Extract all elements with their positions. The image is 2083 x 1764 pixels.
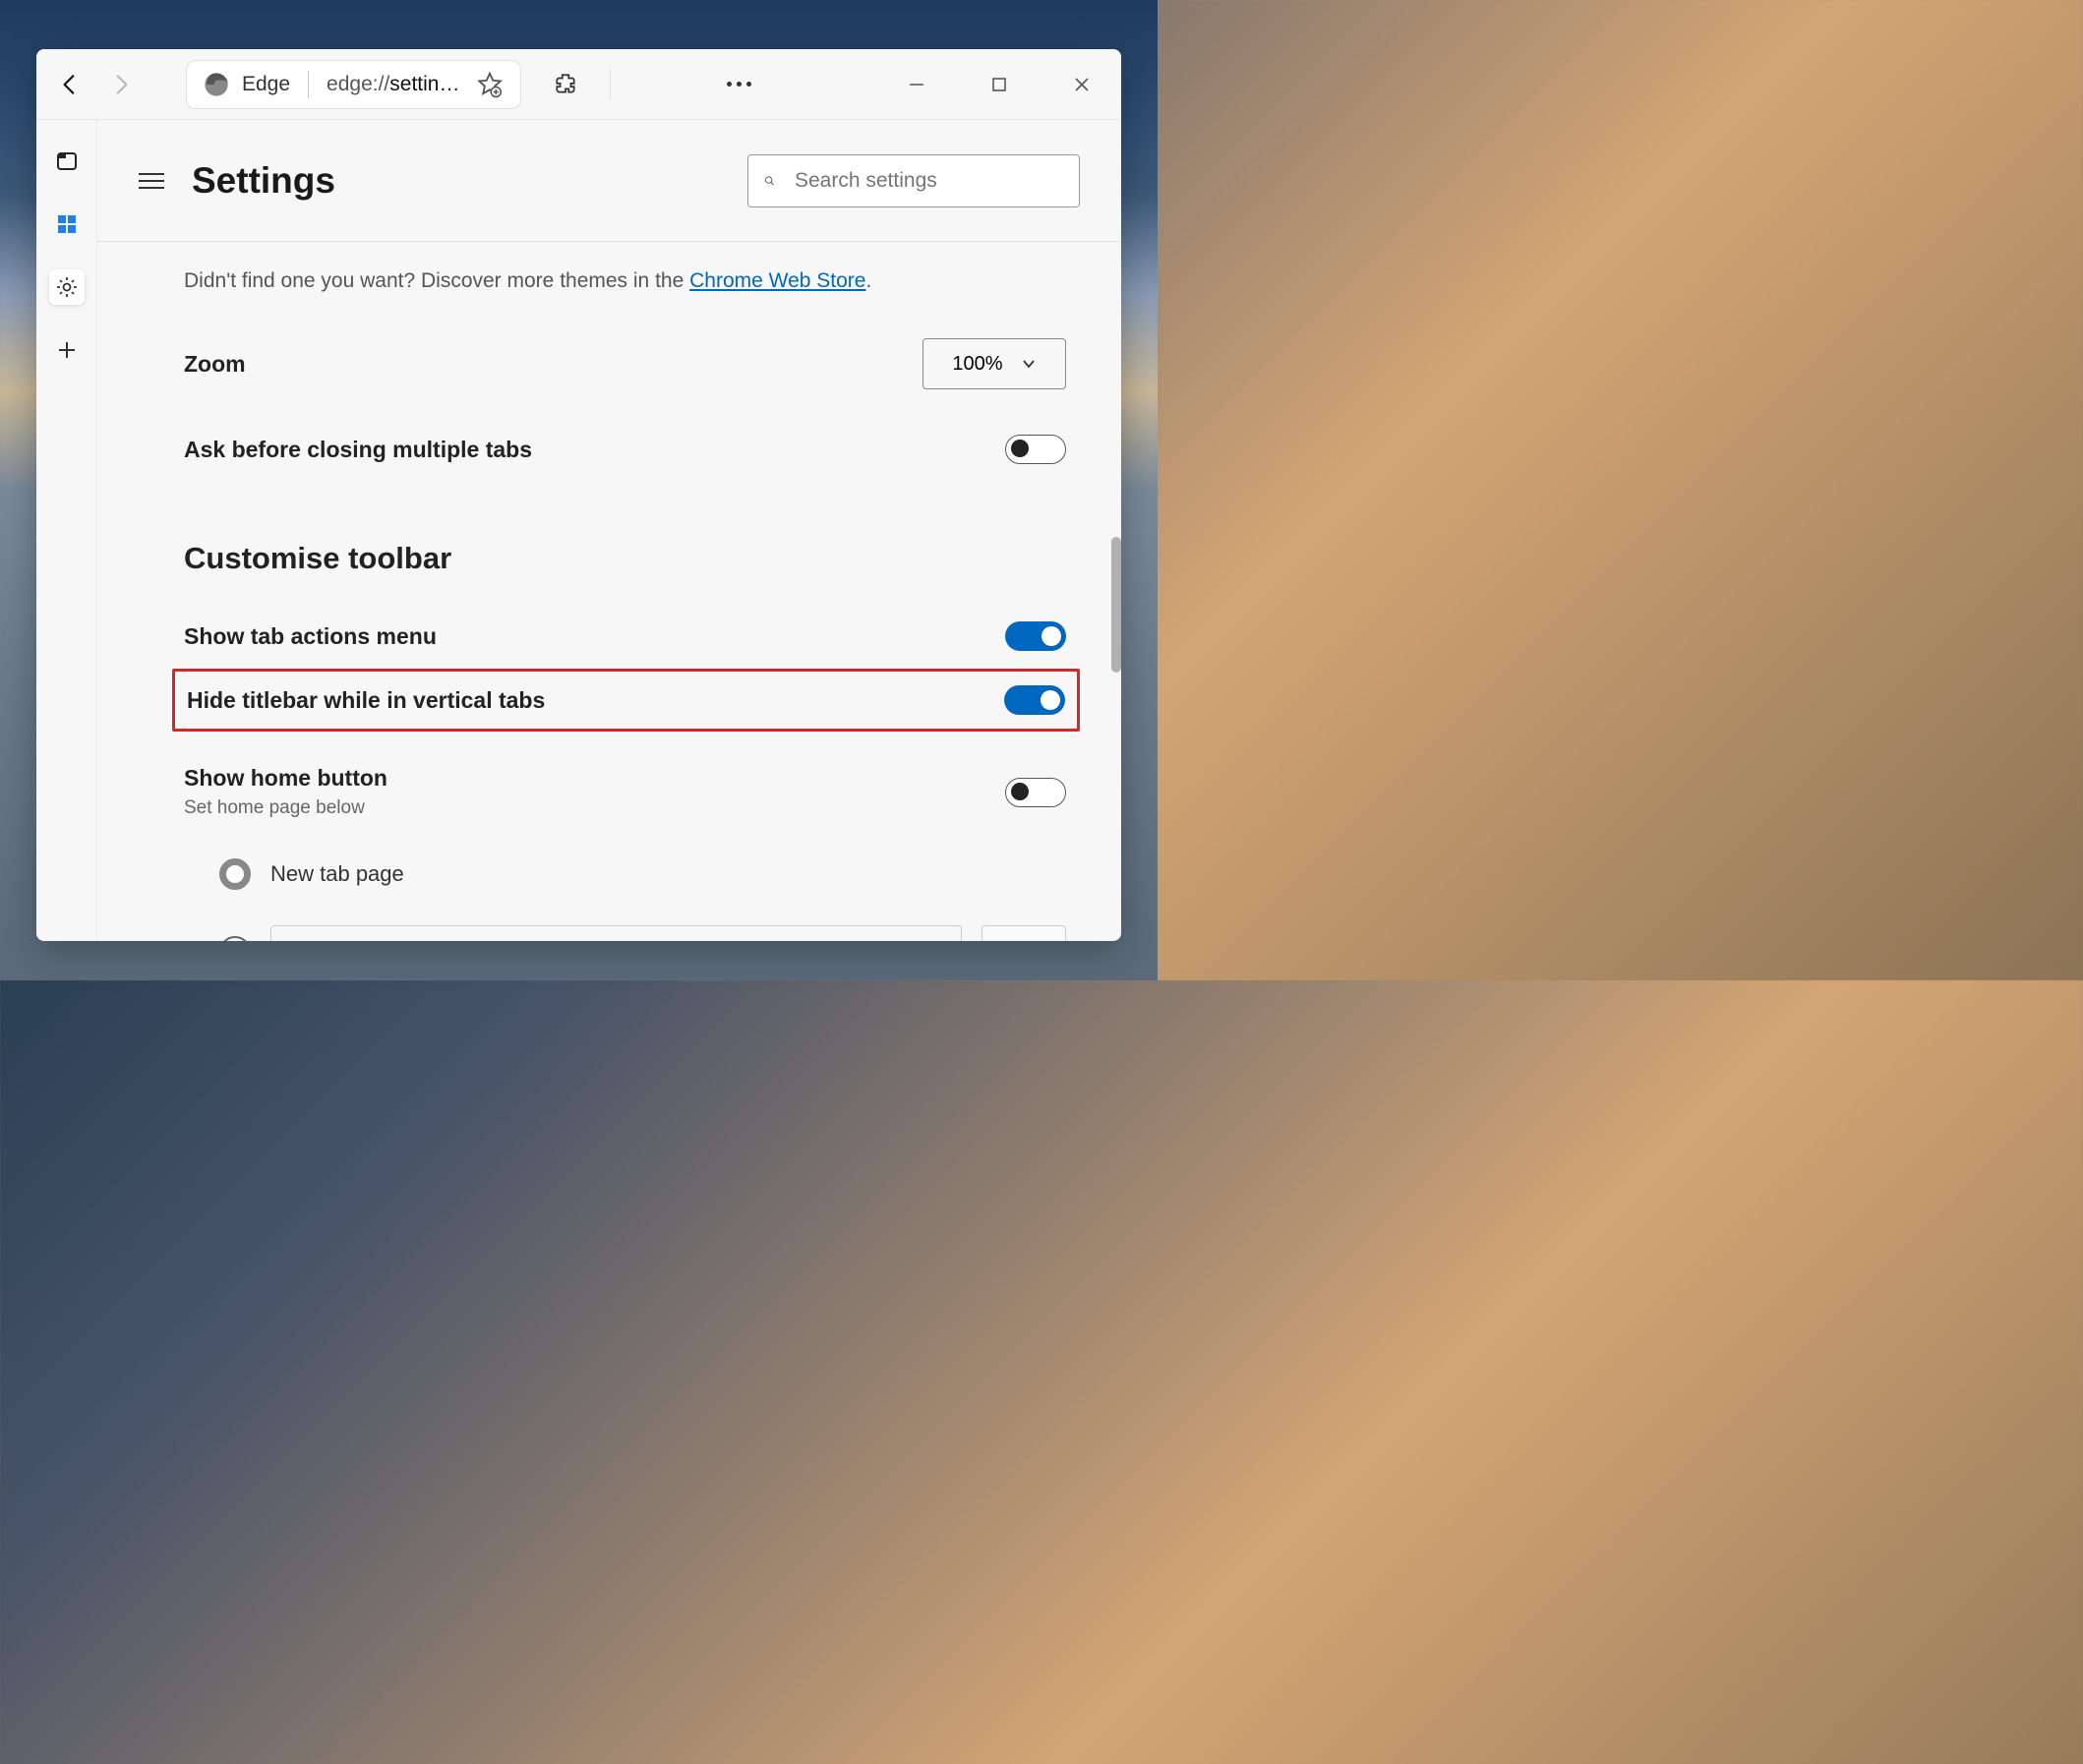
edge-logo-icon [203,71,230,98]
settings-page: Settings Didn't find one you want? Disco… [97,120,1121,941]
url-display: edge://settin… [327,73,459,96]
zoom-setting: Zoom 100% [184,338,1066,389]
show-tab-actions-toggle[interactable] [1005,621,1066,651]
settings-search[interactable] [747,154,1080,207]
settings-header: Settings [97,120,1121,242]
zoom-label: Zoom [184,351,246,378]
radio-selected-icon [219,858,251,890]
browser-toolbar: Edge edge://settin… [36,49,1121,120]
back-button[interactable] [48,63,91,106]
pinned-tab-settings[interactable] [49,269,85,305]
show-home-toggle[interactable] [1005,778,1066,807]
show-home-label: Show home button [184,765,387,792]
settings-menu-button[interactable] [139,173,164,189]
maximize-button[interactable] [978,63,1021,106]
home-url-input[interactable]: Enter URL [270,925,962,941]
maximize-icon [990,76,1008,93]
windows-icon [55,212,79,236]
page-title: Settings [192,160,335,202]
ask-before-closing-setting: Ask before closing multiple tabs [184,435,1066,464]
plus-icon [55,338,79,362]
forward-button[interactable] [99,63,143,106]
chrome-web-store-link[interactable]: Chrome Web Store [689,269,865,292]
home-page-url-option: Enter URL Save [219,925,1066,941]
tab-actions-button[interactable] [49,144,85,179]
zoom-select[interactable]: 100% [922,338,1066,389]
browser-window: Edge edge://settin… [36,49,1121,941]
vertical-tab-strip [36,120,97,941]
minimize-icon [908,76,925,93]
url-scheme: edge:// [327,73,389,95]
url-path: settin… [389,73,459,95]
hide-titlebar-label: Hide titlebar while in vertical tabs [187,687,545,714]
active-tab[interactable]: Edge edge://settin… [186,60,521,109]
minimize-button[interactable] [895,63,938,106]
chevron-down-icon [1021,356,1037,372]
pinned-tab-windows[interactable] [49,206,85,242]
window-controls [895,63,1109,106]
settings-body: Didn't find one you want? Discover more … [97,242,1121,941]
new-tab-page-label: New tab page [270,861,404,887]
show-home-button-setting: Show home button Set home page below [184,765,1066,819]
search-input[interactable] [793,168,1063,194]
divider [610,70,611,99]
tab-title: Edge [242,73,290,96]
ask-close-toggle[interactable] [1005,435,1066,464]
save-button[interactable]: Save [982,925,1066,941]
extensions-icon[interactable] [553,72,578,97]
hint-suffix: . [865,269,871,292]
hide-titlebar-toggle[interactable] [1004,685,1065,715]
divider [308,71,309,98]
hint-text: Didn't find one you want? Discover more … [184,269,689,292]
hide-titlebar-highlight: Hide titlebar while in vertical tabs [172,669,1080,732]
favorite-add-icon[interactable] [475,70,505,99]
scrollbar-thumb[interactable] [1111,537,1121,673]
show-tab-actions-label: Show tab actions menu [184,623,437,650]
home-page-new-tab-option[interactable]: New tab page [219,858,1066,890]
close-button[interactable] [1060,63,1103,106]
search-icon [764,170,775,192]
radio-unselected-icon[interactable] [219,936,251,941]
arrow-right-icon [108,72,134,97]
ask-close-label: Ask before closing multiple tabs [184,437,532,463]
show-home-sublabel: Set home page below [184,797,387,819]
customise-toolbar-heading: Customise toolbar [184,541,1066,576]
themes-hint: Didn't find one you want? Discover more … [184,269,1066,293]
close-icon [1073,76,1091,93]
arrow-left-icon [57,72,83,97]
tab-icon [55,149,79,173]
new-tab-button[interactable] [49,332,85,368]
show-tab-actions-setting: Show tab actions menu [184,621,1066,651]
more-menu-button[interactable] [727,70,751,99]
zoom-value: 100% [952,353,1002,376]
gear-icon [55,275,79,299]
